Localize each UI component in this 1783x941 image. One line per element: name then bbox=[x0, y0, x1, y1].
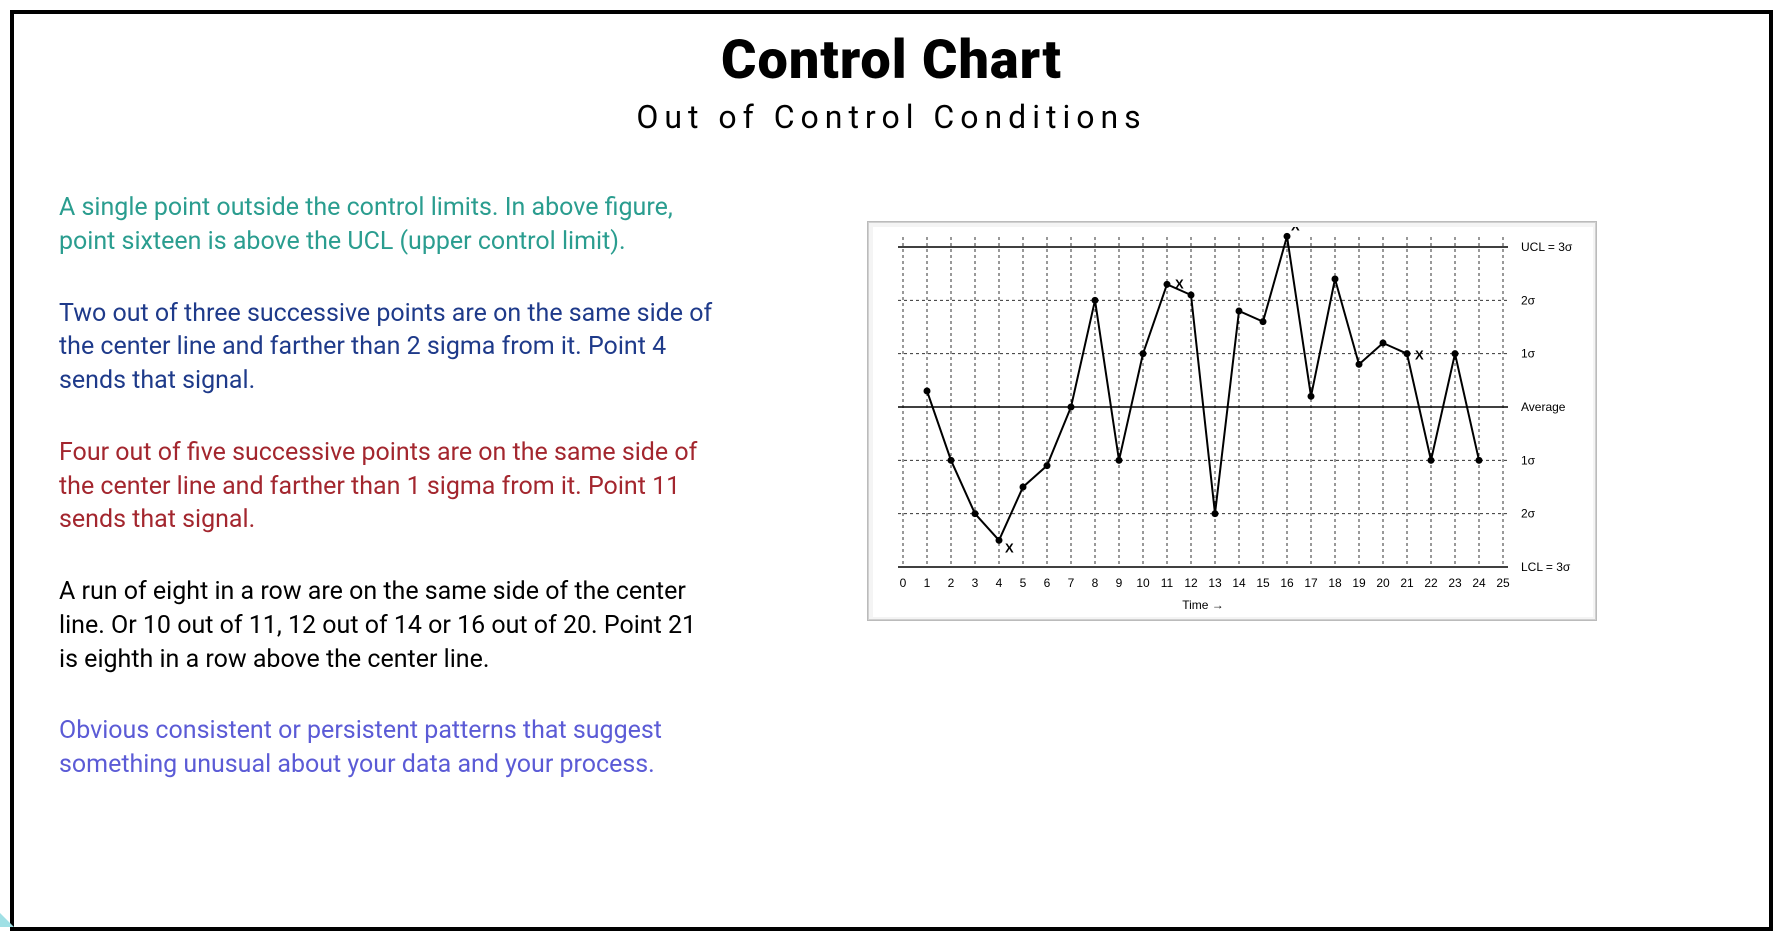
svg-text:18: 18 bbox=[1328, 576, 1342, 590]
rule-text: Obvious consistent or persistent pattern… bbox=[59, 714, 719, 782]
svg-text:4: 4 bbox=[995, 576, 1002, 590]
svg-text:13: 13 bbox=[1208, 576, 1222, 590]
svg-text:LCL = 3σ: LCL = 3σ bbox=[1521, 560, 1571, 574]
svg-text:Time →: Time → bbox=[1182, 598, 1224, 612]
slide-frame: Control Chart Out of Control Conditions … bbox=[10, 10, 1773, 931]
svg-text:3: 3 bbox=[971, 576, 978, 590]
decorative-corner bbox=[0, 842, 14, 927]
svg-text:8: 8 bbox=[1091, 576, 1098, 590]
svg-text:2: 2 bbox=[947, 576, 954, 590]
control-chart: UCL = 3σ2σ1σAverage1σ2σLCL = 3σ012345678… bbox=[873, 227, 1591, 615]
svg-text:15: 15 bbox=[1256, 576, 1270, 590]
control-chart-svg: UCL = 3σ2σ1σAverage1σ2σLCL = 3σ012345678… bbox=[873, 227, 1593, 617]
chart-frame: UCL = 3σ2σ1σAverage1σ2σLCL = 3σ012345678… bbox=[867, 221, 1597, 621]
svg-text:5: 5 bbox=[1019, 576, 1026, 590]
chart-column: UCL = 3σ2σ1σAverage1σ2σLCL = 3σ012345678… bbox=[739, 191, 1724, 621]
rule-text: Four out of five successive points are o… bbox=[59, 436, 719, 537]
svg-text:6: 6 bbox=[1043, 576, 1050, 590]
svg-text:21: 21 bbox=[1400, 576, 1414, 590]
svg-text:X: X bbox=[1291, 227, 1300, 233]
svg-text:7: 7 bbox=[1067, 576, 1074, 590]
rule-text: A run of eight in a row are on the same … bbox=[59, 575, 719, 676]
svg-text:20: 20 bbox=[1376, 576, 1390, 590]
svg-text:14: 14 bbox=[1232, 576, 1246, 590]
page-subtitle: Out of Control Conditions bbox=[59, 98, 1724, 136]
rules-column: A single point outside the control limit… bbox=[59, 191, 719, 782]
rule-text: Two out of three successive points are o… bbox=[59, 297, 719, 398]
svg-text:17: 17 bbox=[1304, 576, 1318, 590]
svg-text:X: X bbox=[1415, 348, 1424, 363]
svg-text:1σ: 1σ bbox=[1521, 453, 1536, 467]
svg-text:0: 0 bbox=[899, 576, 906, 590]
svg-text:1σ: 1σ bbox=[1521, 347, 1536, 361]
svg-text:2σ: 2σ bbox=[1521, 293, 1536, 307]
svg-text:1: 1 bbox=[923, 576, 930, 590]
svg-text:X: X bbox=[1005, 540, 1014, 555]
svg-text:23: 23 bbox=[1448, 576, 1462, 590]
svg-text:16: 16 bbox=[1280, 576, 1294, 590]
svg-text:X: X bbox=[1175, 276, 1184, 291]
svg-text:24: 24 bbox=[1472, 576, 1486, 590]
svg-text:UCL = 3σ: UCL = 3σ bbox=[1521, 240, 1573, 254]
svg-text:25: 25 bbox=[1496, 576, 1510, 590]
svg-text:Average: Average bbox=[1521, 400, 1566, 414]
rule-text: A single point outside the control limit… bbox=[59, 191, 719, 259]
svg-text:12: 12 bbox=[1184, 576, 1198, 590]
svg-text:2σ: 2σ bbox=[1521, 507, 1536, 521]
content-area: A single point outside the control limit… bbox=[59, 191, 1724, 782]
svg-text:9: 9 bbox=[1115, 576, 1122, 590]
svg-text:22: 22 bbox=[1424, 576, 1438, 590]
page-title: Control Chart bbox=[59, 29, 1724, 92]
svg-text:10: 10 bbox=[1136, 576, 1150, 590]
svg-text:19: 19 bbox=[1352, 576, 1366, 590]
svg-text:11: 11 bbox=[1160, 576, 1173, 590]
